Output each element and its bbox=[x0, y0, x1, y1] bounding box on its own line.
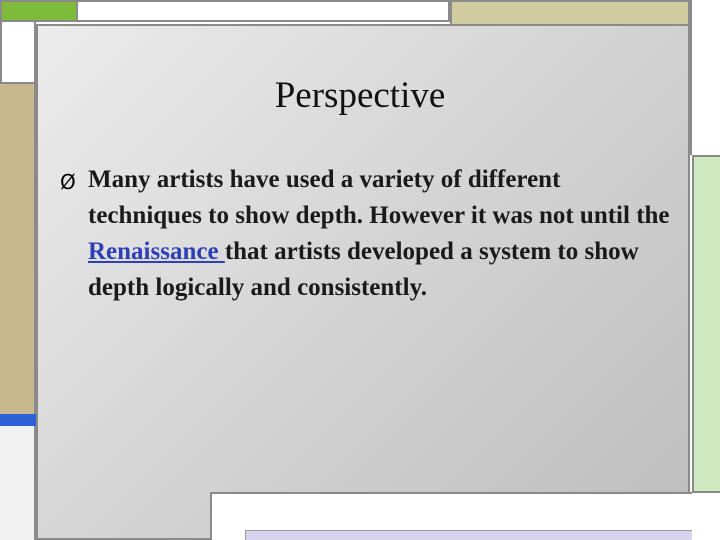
decor-left-bottom-block bbox=[0, 426, 36, 540]
decor-tan-strip bbox=[0, 84, 36, 414]
bullet-text-before: Many artists have used a variety of diff… bbox=[88, 166, 670, 229]
bullet-arrow-icon: Ø bbox=[60, 170, 76, 194]
decor-right-bottom-block bbox=[692, 491, 720, 540]
decor-green-block bbox=[0, 0, 78, 22]
renaissance-link[interactable]: Renaissance bbox=[88, 238, 225, 265]
decor-top-white-block bbox=[78, 0, 450, 22]
slide-title: Perspective bbox=[274, 75, 446, 116]
decor-right-green-strip bbox=[692, 155, 720, 491]
bullet-text: Many artists have used a variety of diff… bbox=[88, 162, 678, 306]
decor-bottom-lavender-strip bbox=[245, 530, 692, 540]
decor-blue-strip bbox=[0, 414, 36, 426]
